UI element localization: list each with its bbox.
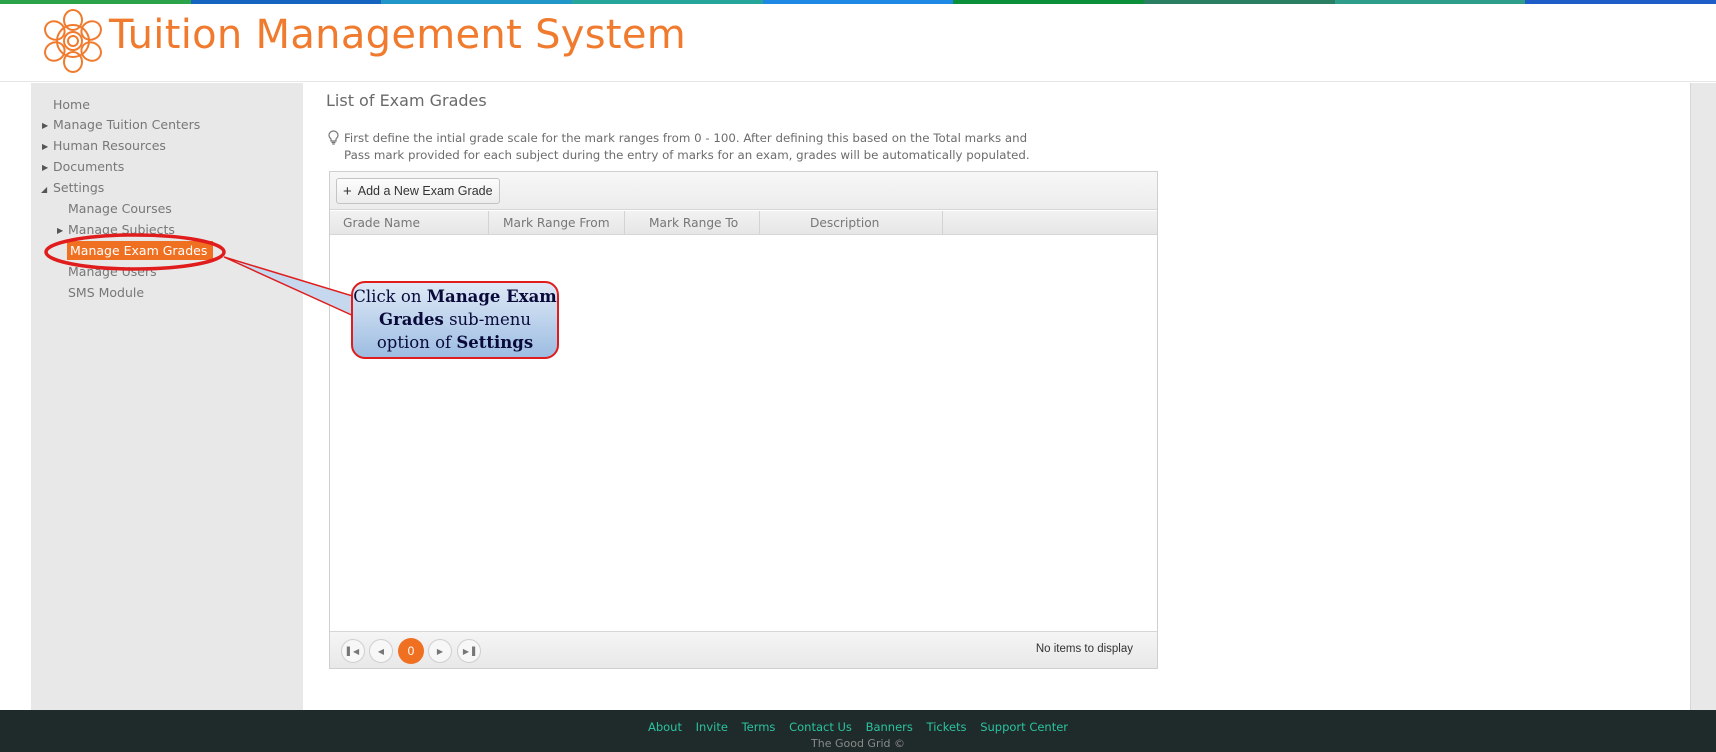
footer-link-tickets[interactable]: Tickets <box>927 720 967 734</box>
sidebar-subitem-sms-module[interactable]: SMS Module <box>68 285 144 300</box>
footer-link-terms[interactable]: Terms <box>742 720 776 734</box>
last-page-icon[interactable]: ▶▐ <box>457 639 481 663</box>
right-rail <box>1690 83 1716 710</box>
column-header-mark-range-to[interactable]: Mark Range To <box>625 211 760 235</box>
sidebar-subitem-manage-subjects[interactable]: Manage Subjects <box>68 222 175 237</box>
hint-line-2: Pass mark provided for each subject duri… <box>344 148 1030 162</box>
grid-toolbar: + Add a New Exam Grade <box>330 172 1157 210</box>
lightbulb-icon <box>328 130 339 145</box>
app-title: Tuition Management System <box>109 12 687 58</box>
column-header-mark-range-from[interactable]: Mark Range From <box>489 211 625 235</box>
sidebar-item-human-resources[interactable]: Human Resources <box>53 138 166 153</box>
sidebar-nav: Home ▶ Manage Tuition Centers ▶ Human Re… <box>31 83 303 710</box>
footer-link-invite[interactable]: Invite <box>696 720 728 734</box>
sidebar-subitem-manage-courses[interactable]: Manage Courses <box>68 201 172 216</box>
sidebar-item-documents[interactable]: Documents <box>53 159 124 174</box>
flower-logo-icon <box>44 9 102 73</box>
tutorial-callout: Click on Manage Exam Grades sub-menu opt… <box>351 281 559 359</box>
first-page-icon[interactable]: ▌◀ <box>341 639 365 663</box>
add-exam-grade-label: Add a New Exam Grade <box>357 184 493 198</box>
plus-icon: + <box>343 182 352 200</box>
caret-right-icon[interactable]: ▶ <box>42 163 48 172</box>
sidebar-item-settings[interactable]: Settings <box>53 180 104 195</box>
footer-links: About Invite Terms Contact Us Banners Ti… <box>0 720 1716 734</box>
sidebar-subitem-manage-exam-grades[interactable]: Manage Exam Grades <box>67 241 214 260</box>
current-page-indicator[interactable]: 0 <box>398 638 424 664</box>
pager-info-text: No items to display <box>1035 643 1133 655</box>
page-title: List of Exam Grades <box>326 91 487 110</box>
caret-down-icon[interactable]: ◢ <box>41 185 47 194</box>
sidebar-item-manage-tuition-centers[interactable]: Manage Tuition Centers <box>53 117 200 132</box>
grid-header-row: Grade Name Mark Range From Mark Range To… <box>330 211 1157 235</box>
column-header-description[interactable]: Description <box>760 211 943 235</box>
footer-copyright: The Good Grid © <box>811 737 905 750</box>
footer-link-banners[interactable]: Banners <box>866 720 913 734</box>
add-exam-grade-button[interactable]: + Add a New Exam Grade <box>336 178 500 204</box>
sidebar-item-home[interactable]: Home <box>53 97 90 112</box>
footer-link-support-center[interactable]: Support Center <box>980 720 1068 734</box>
prev-page-icon[interactable]: ◀ <box>369 639 393 663</box>
app-header: Tuition Management System <box>0 4 1716 82</box>
sidebar-subitem-manage-users[interactable]: Manage Users <box>68 264 157 279</box>
next-page-icon[interactable]: ▶ <box>428 639 452 663</box>
hint-line-1: First define the intial grade scale for … <box>344 131 1028 145</box>
caret-right-icon[interactable]: ▶ <box>57 226 63 235</box>
caret-right-icon[interactable]: ▶ <box>42 142 48 151</box>
caret-right-icon[interactable]: ▶ <box>42 121 48 130</box>
footer-link-about[interactable]: About <box>648 720 682 734</box>
grid-pager: ▌◀ ◀ 0 ▶ ▶▐ No items to display <box>330 631 1157 668</box>
column-header-grade-name[interactable]: Grade Name <box>330 211 489 235</box>
page-footer: About Invite Terms Contact Us Banners Ti… <box>0 710 1716 752</box>
callout-text-1: Click on <box>353 287 427 306</box>
exam-grades-grid: + Add a New Exam Grade Grade Name Mark R… <box>329 171 1158 669</box>
footer-link-contact-us[interactable]: Contact Us <box>789 720 852 734</box>
callout-bold-2: Settings <box>456 333 534 352</box>
